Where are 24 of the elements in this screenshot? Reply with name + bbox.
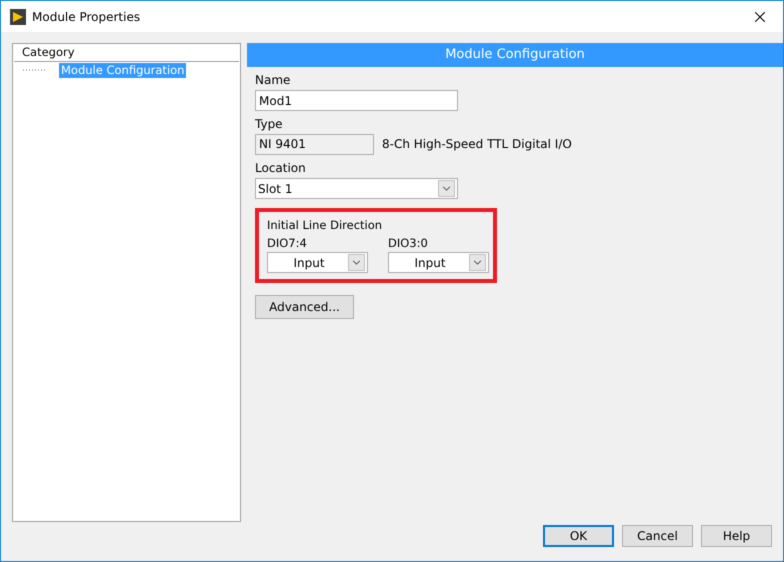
chevron-down-icon (473, 260, 482, 265)
chevron-down-icon (442, 186, 451, 191)
field-label: Name (255, 73, 290, 88)
type-field: NI 9401 (255, 134, 374, 155)
window-title: Module Properties (32, 10, 142, 24)
app-icon (10, 8, 26, 24)
advanced-button[interactable]: Advanced... (255, 295, 354, 319)
group-title: Initial Line Direction (267, 218, 384, 232)
dialog-button[interactable]: OK (543, 525, 614, 547)
field-label: DIO7:4 (267, 236, 308, 250)
direction-dropdown[interactable]: Input (388, 252, 489, 273)
type-description: 8-Ch High-Speed TTL Digital I/O (382, 136, 572, 150)
location-dropdown[interactable]: Slot 1 (255, 178, 458, 199)
field-label: Type (255, 117, 283, 132)
dialog-button[interactable]: Cancel (622, 525, 693, 547)
close-icon (755, 12, 765, 22)
direction-dropdown[interactable]: Input (267, 252, 368, 273)
panel-header: Module Configuration (247, 43, 783, 67)
dialog-button[interactable]: Help (701, 525, 772, 547)
name-field[interactable]: Mod1 (255, 90, 458, 111)
chevron-down-icon (352, 260, 361, 265)
field-label: DIO3:0 (388, 236, 429, 250)
tree-line-icon (23, 69, 45, 71)
field-label: Location (255, 161, 306, 176)
